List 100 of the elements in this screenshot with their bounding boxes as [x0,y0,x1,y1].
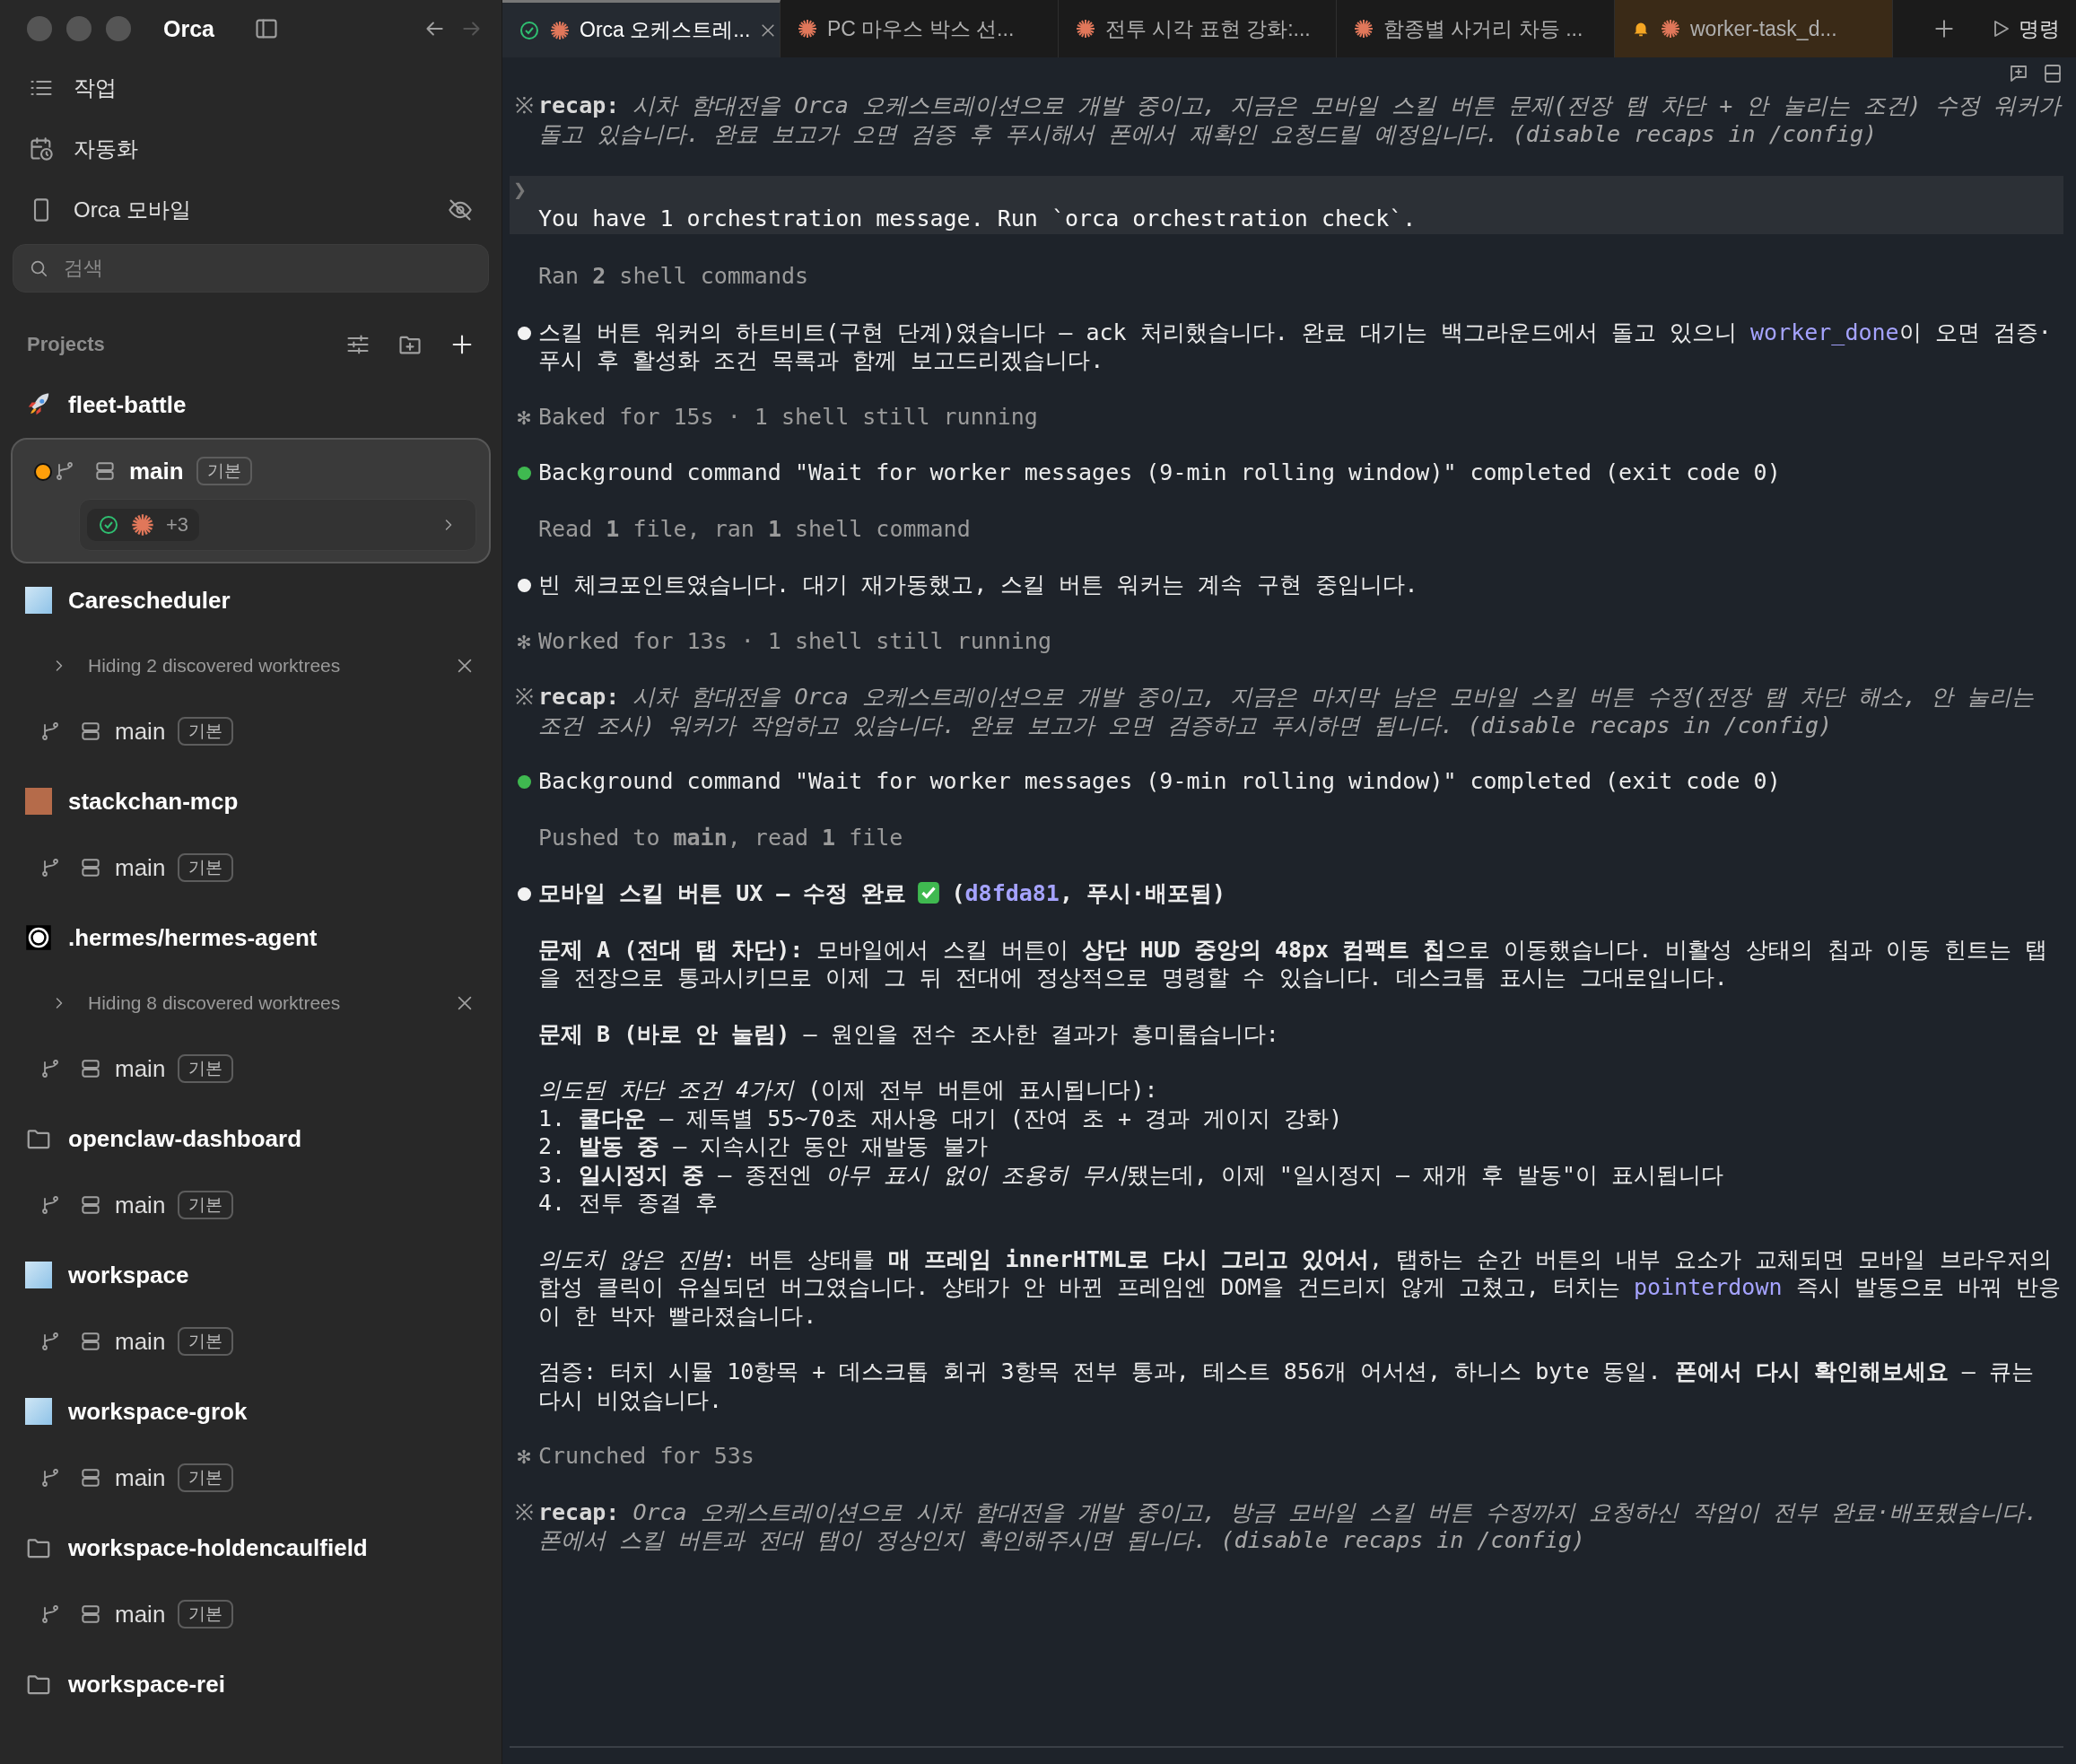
section-heading: Projects [27,333,105,356]
default-tag: 기본 [178,853,234,882]
hidden-worktrees-note: Hiding 2 discovered worktrees [88,655,341,677]
branch-icon [39,720,61,742]
default-tag: 기본 [196,457,252,485]
default-tag: 기본 [178,1463,234,1492]
branch-icon [39,857,61,878]
status-text: Worked for 13s · 1 shell still running [538,626,1052,655]
window-title: Orca [163,15,214,42]
message-paragraph: 문제 B (바로 안 눌림) — 원인을 전수 조사한 결과가 흥미롭습니다: [538,1019,1280,1048]
recap-text: recap: 시차 함대전을 Orca 오케스트레이션으로 개발 중이고, 지금은 마지막 남은 모바일 스킬 버튼 수정(전장 탭 차단 해소, 안 눌리는 조건 조사) 워커가 작업하고 있습니다. 완료 보고가 오면 검증하고 푸시하면 됩니다. (disable recaps in /config) [538,683,2035,739]
server-icon [79,1330,102,1353]
recap-text: recap: Orca 오케스트레이션으로 시차 함대전을 개발 중이고, 방금 모바일 스킬 버튼 수정까지 요청하신 작업이 전부 완료·배포됐습니다. 폰에서 스킬 버튼과 전대 탭이 정상인지 확인해주시면 됩니다. (disable recaps in /config) [538,1498,2039,1555]
branch-icon [39,1331,61,1352]
spark-icon [1353,18,1374,39]
thumbnail-image [25,1398,52,1425]
spark-icon [549,19,571,41]
worktree-item[interactable]: main 기본 [0,1308,502,1375]
tab[interactable]: Orca 오케스트레... [502,0,781,57]
server-icon [79,1602,102,1626]
hidden-worktrees-note: Hiding 8 discovered worktrees [88,992,341,1014]
message-paragraph: Background command "Wait for worker messages (9-min rolling window)" completed (exit code 0) [538,767,1782,796]
project-item[interactable]: fleet-battle [0,371,502,438]
project-item[interactable]: .hermes/hermes-agent [0,904,502,971]
default-tag: 기본 [178,1191,234,1219]
agent-status-chip: +3 [87,509,200,541]
project-item[interactable]: workspace [0,1242,502,1308]
branch-icon [39,1194,61,1216]
server-icon [79,1193,102,1217]
spark-icon [797,18,818,39]
worktree-item[interactable]: main 기본 [0,1445,502,1511]
check-circle-icon [98,514,119,536]
branch-name: main [129,457,184,485]
check-circle-icon [519,19,540,41]
status-marker: ✻ [516,626,532,655]
worktree-item[interactable]: main 기본 [0,1581,502,1647]
spark-icon [1660,18,1681,39]
message-paragraph: 빈 체크포인트였습니다. 대기 재가동했고, 스킬 버튼 워커는 계속 구현 중입니다. [538,571,1419,599]
message-paragraph: 스킬 버튼 워커의 하트비트(구현 단계)였습니다 — ack 처리했습니다. 완료 대기는 백그라운드에서 돌고 있으니 worker_done이 오면 검증·푸시 후 활성화 조건 목록과 함께 보고드리겠습니다. [538,318,2053,375]
project-item[interactable]: openclaw-dashboard [0,1105,502,1172]
server-icon [79,856,102,879]
status-marker: ✻ [516,1442,532,1471]
search-field[interactable]: 검색 [13,244,489,293]
search-icon [29,258,48,278]
project-item[interactable]: workspace-holdencaulfield [0,1515,502,1581]
default-tag: 기본 [178,1054,234,1083]
recap-marker: ※ [513,1498,535,1527]
default-tag: 기본 [178,1327,234,1356]
prompt-text: You have 1 orchestration message. Run `orca orchestration check`. [538,204,1417,232]
message-paragraph: 의도치 않은 진범: 버튼 상태를 매 프레임 innerHTML로 다시 그리고 있어서, 탭하는 순간 버튼의 내부 요소가 교체되면 모바일 브라우저의 합성 클릭이 유실되던 버그였습니다. 상태가 안 바뀐 프레임엔 DOM을 건드리지 않게 고쳤고, 터치는 pointerdown 즉시 발동으로 바꿔 반응이 한 박자 빨라졌습니다. [538,1244,2062,1330]
tab[interactable]: worker-task_d... [1615,0,1893,57]
branch-icon [39,1603,61,1625]
command-button[interactable]: 명령 [1981,0,2076,57]
server-icon [93,459,117,483]
calendar-clock-icon [29,136,54,162]
branch-icon [39,1058,61,1079]
project-item[interactable]: stackchan-mcp [0,768,502,834]
spark-icon [1075,18,1096,39]
project-item[interactable]: workspace-grok [0,1378,502,1445]
project-item[interactable]: workspace-rei [0,1651,502,1717]
branch-icon [39,1467,61,1489]
worktree-item[interactable]: main 기본 [0,834,502,901]
message-paragraph: 의도된 차단 조건 4가지 (이제 전부 버튼에 표시됩니다): 1. 쿨다운 — 제독별 55~70초 재사용 대기 (잔여 초 + 경과 게이지 강화) 2. 발동 중 — 지속시간 동안 재발동 불가 3. 일시정지 중 — 종전엔 아무 표시 없이 조용히 무시됐는데, 이제 "일시정지 — 재개 후 발동"이 표시됩니다 4. 전투 종결 후 [538,1076,1725,1218]
nav-item[interactable]: Orca 모바일 [0,179,502,240]
prompt-marker: ❯ [512,176,528,205]
recap-text: recap: 시차 함대전을 Orca 오케스트레이션으로 개발 중이고, 지금은 모바일 스킬 버튼 문제(전장 탭 차단 + 안 눌리는 조건) 수정 워커가 돌고 있습니다. 완료 보고가 오면 검증 후 푸시해서 폰에서 재확인 요청드릴 예정입니다. (disable recaps in /config) [538,92,2063,148]
spark-icon [130,512,155,537]
worktree-item[interactable]: main 기본 [0,1172,502,1238]
project-item[interactable]: Carescheduler [0,567,502,633]
thumbnail-image [25,1262,52,1288]
message-paragraph: 모바일 스킬 버튼 UX — 수정 완료 (d8fda81, 푸시·배포됨) [538,879,1227,908]
tool-summary: Ran 2 shell commands [538,262,810,291]
recap-marker: ※ [513,92,535,120]
status-text: Baked for 15s · 1 shell still running [538,402,1039,431]
split-icon[interactable] [2042,63,2063,84]
recap-marker: ※ [513,683,535,712]
worktree-card[interactable]: main 기본 +3 [11,438,491,563]
message-paragraph: 문제 A (전대 탭 차단): 모바일에서 스킬 버튼이 상단 HUD 중앙의 48px 컴팩트 칩으로 이동했습니다. 비활성 상태의 칩과 이동 힌트는 탭을 전장으로 통과시키므로 이제 그 뒤 전대에 정상적으로 명령할 수 있습니다. 데스크톱 표시는 그대로입니다. [538,935,2048,992]
thumbnail-image [25,587,52,614]
tool-summary: Pushed to main, read 1 file [538,823,904,851]
default-tag: 기본 [178,1600,234,1629]
status-marker: ✻ [516,402,532,431]
server-icon [79,720,102,743]
server-icon [79,1057,102,1080]
eye-off-icon[interactable] [448,197,473,223]
default-tag: 기본 [178,717,234,746]
worktree-item[interactable]: main 기본 [0,698,502,764]
avatar-placeholder [25,788,52,815]
message-paragraph: 검증: 터치 시뮬 10항목 + 데스크톱 회귀 3항목 전부 통과, 테스트 856개 어서션, 하니스 byte 동일. 폰에서 다시 확인해보세요 — 큐는 다시 비었습니다. [538,1358,2035,1414]
check-mark-icon [917,881,941,904]
message-paragraph: Background command "Wait for worker messages (9-min rolling window)" completed (exit code 0) [538,458,1782,487]
nav-item[interactable]: 자동화 [0,118,502,179]
nav-item[interactable]: 작업 [0,57,502,118]
server-icon [79,1466,102,1489]
status-text: Crunched for 53s [538,1442,755,1471]
tool-summary: Read 1 file, ran 1 shell command [538,514,972,543]
agent-strip[interactable]: +3 [79,499,476,551]
add-comment-icon[interactable] [2008,63,2029,84]
worktree-item[interactable]: main 기본 [0,1035,502,1102]
logo-icon [25,924,52,951]
